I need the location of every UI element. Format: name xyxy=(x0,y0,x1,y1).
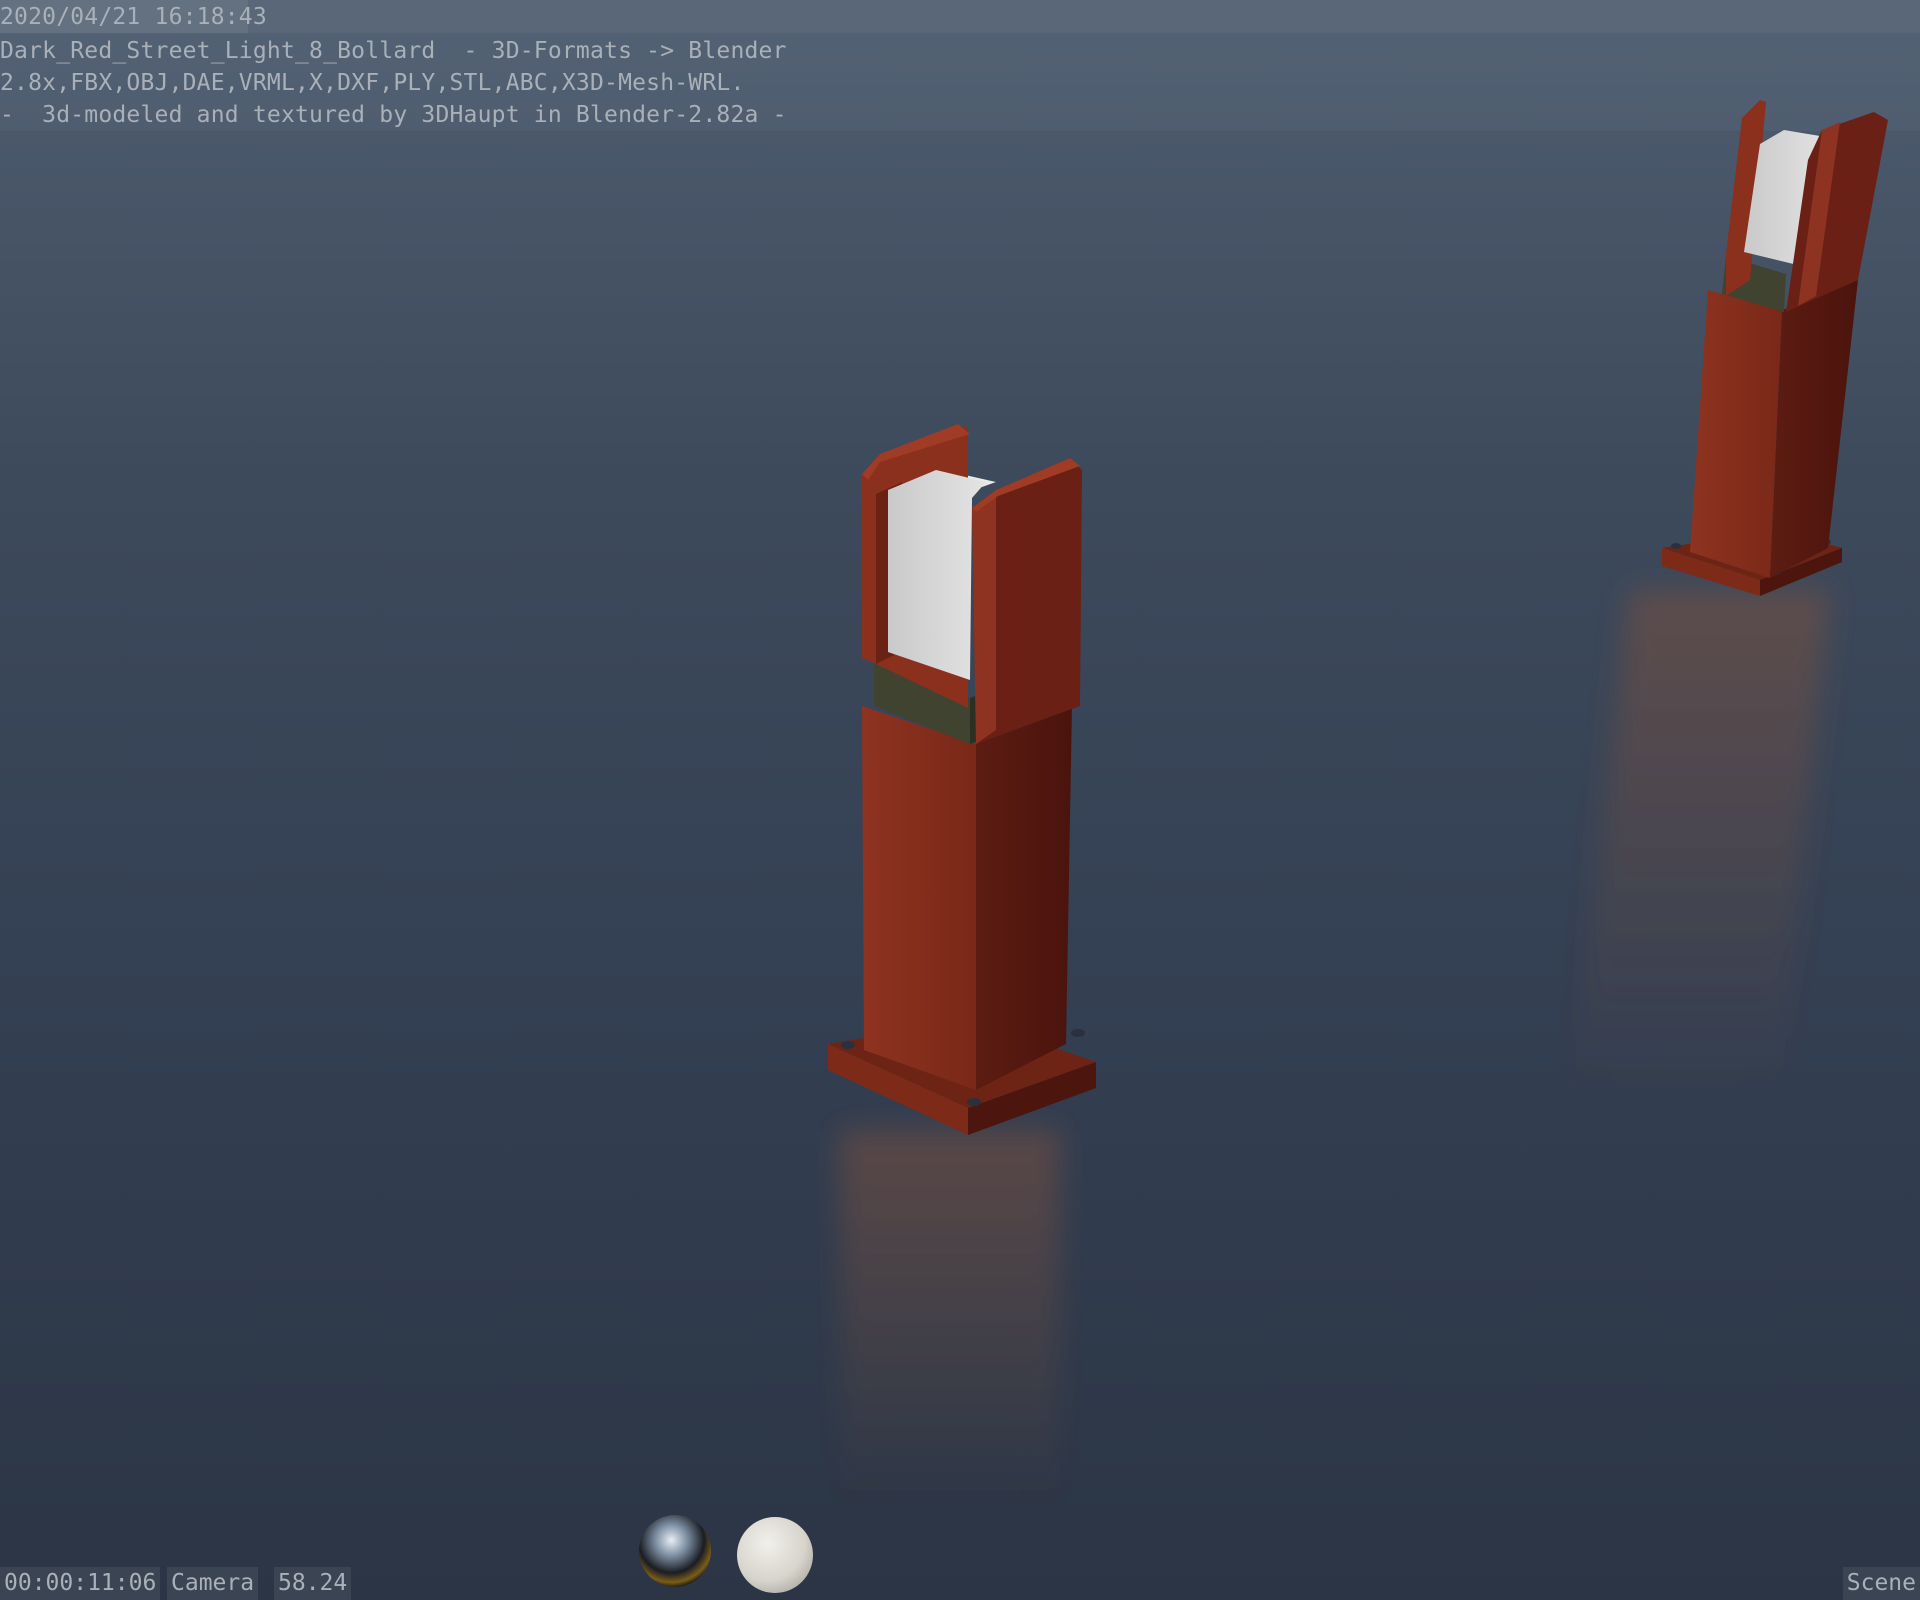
bolt-hole xyxy=(841,1041,855,1049)
reflection-near xyxy=(840,1130,1060,1510)
post-front xyxy=(862,706,976,1090)
camera-name: Camera xyxy=(167,1567,259,1600)
bollard-far[interactable] xyxy=(1662,100,1888,596)
bolt-hole xyxy=(1671,543,1681,549)
white-matcap-sphere[interactable] xyxy=(737,1517,813,1593)
bollard-near[interactable] xyxy=(828,424,1096,1135)
3d-viewport[interactable] xyxy=(0,0,1920,1600)
reflection-far xyxy=(1570,590,1830,1100)
far-post-front xyxy=(1690,290,1782,578)
chrome-matcap-sphere[interactable] xyxy=(639,1515,711,1587)
bolt-hole xyxy=(1071,1029,1085,1037)
lens-value: 58.24 xyxy=(274,1567,352,1600)
bolt-hole xyxy=(967,1098,981,1106)
frame-time: 00:00:11:06 xyxy=(0,1567,161,1600)
diffuser-face xyxy=(888,470,986,680)
post-side xyxy=(976,706,1072,1090)
fin-right-face xyxy=(972,490,996,744)
far-post-side xyxy=(1770,280,1858,578)
scene-name: Scene xyxy=(1842,1567,1920,1600)
